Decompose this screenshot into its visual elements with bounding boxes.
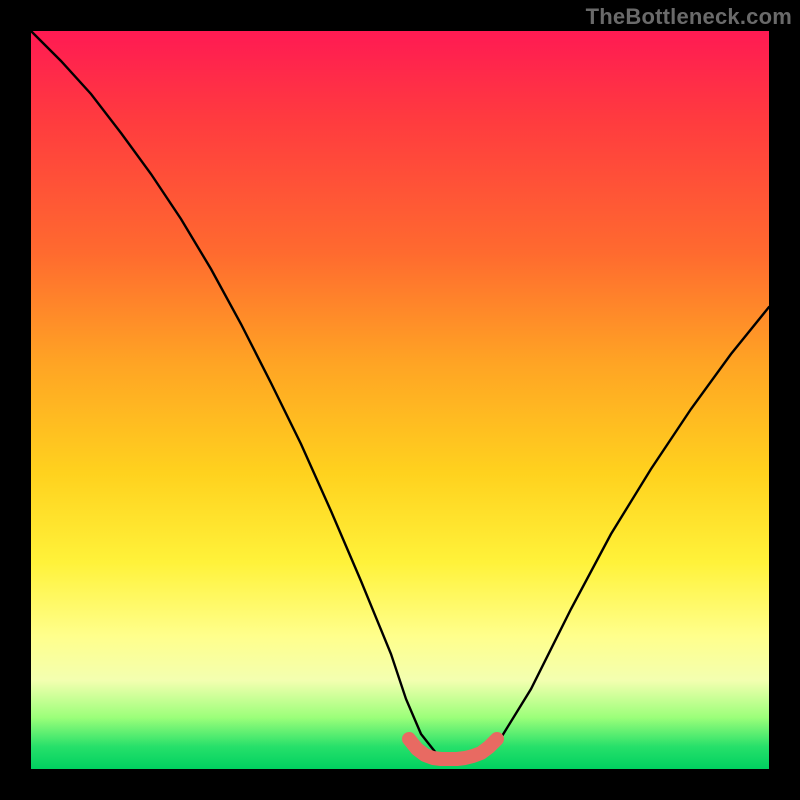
curve-path bbox=[31, 31, 769, 759]
chart-frame: TheBottleneck.com bbox=[0, 0, 800, 800]
plot-area bbox=[31, 31, 769, 769]
watermark-text: TheBottleneck.com bbox=[586, 4, 792, 30]
bottleneck-curve bbox=[31, 31, 769, 769]
highlight-path bbox=[409, 739, 497, 759]
